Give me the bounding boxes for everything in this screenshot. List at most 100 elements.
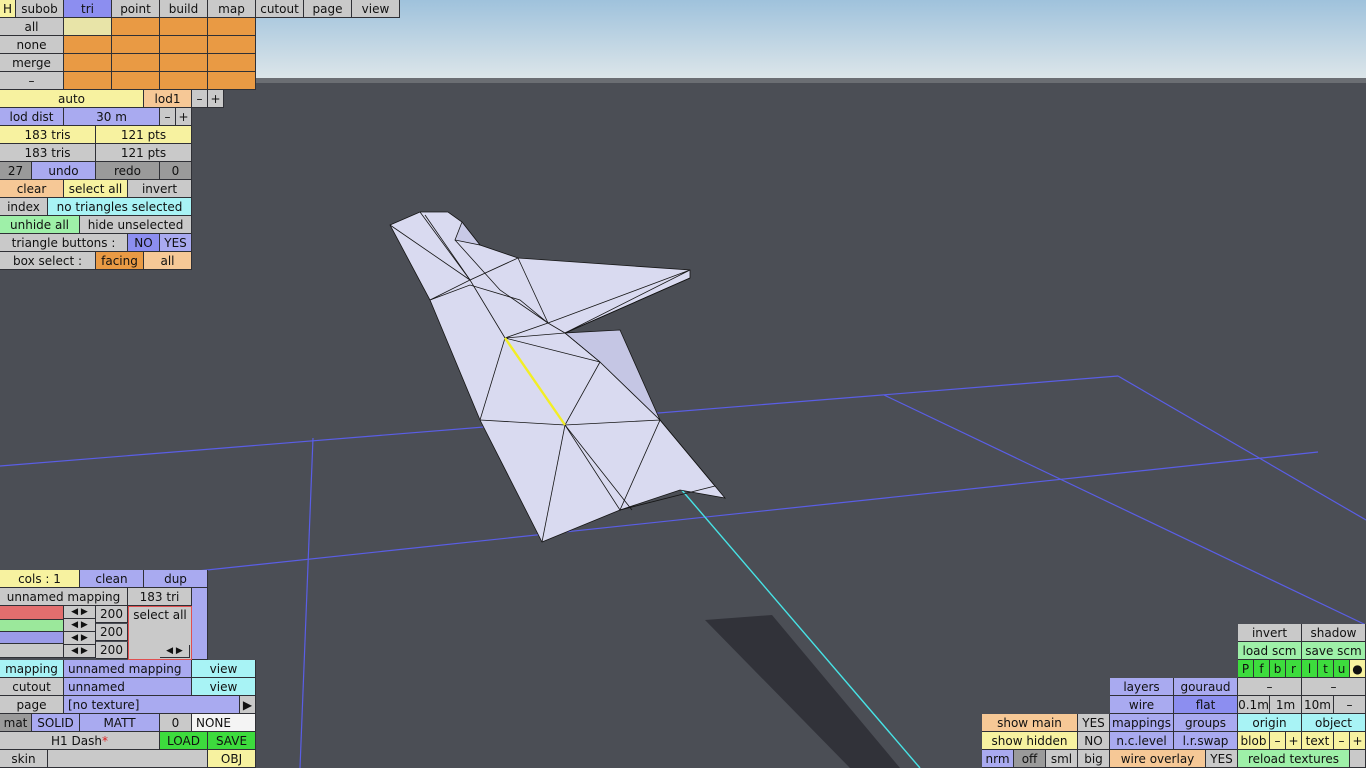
unhide-all-button[interactable]: unhide all — [0, 216, 80, 234]
save-scm-button[interactable]: save scm — [1302, 642, 1366, 660]
tab-point[interactable]: point — [112, 0, 160, 18]
blob-plus-button[interactable]: + — [1286, 732, 1302, 750]
tab-map[interactable]: map — [208, 0, 256, 18]
mapping-selector[interactable]: unnamed mapping — [64, 660, 192, 678]
swatch-arrows[interactable]: ◀ ▶ — [160, 645, 190, 658]
group-slot[interactable] — [208, 36, 256, 54]
select-all-button[interactable]: select all — [64, 180, 128, 198]
cutout-view-button[interactable]: view — [192, 678, 256, 696]
merge-button[interactable]: merge — [0, 54, 64, 72]
view-dot-icon[interactable]: ● — [1350, 660, 1366, 678]
box-select-facing[interactable]: facing — [96, 252, 144, 270]
group-slot[interactable] — [112, 54, 160, 72]
group-slot[interactable] — [208, 18, 256, 36]
sml-button[interactable]: sml — [1046, 750, 1078, 768]
save-button[interactable]: SAVE — [208, 732, 256, 750]
view-back-button[interactable]: b — [1270, 660, 1286, 678]
mat-none-field[interactable]: NONE — [192, 714, 256, 732]
show-hidden-label[interactable]: show hidden — [982, 732, 1078, 750]
tab-subob[interactable]: subob — [16, 0, 64, 18]
wire-overlay-toggle[interactable]: YES — [1206, 750, 1238, 768]
view-front-button[interactable]: f — [1254, 660, 1270, 678]
lod-auto-button[interactable]: auto — [0, 90, 144, 108]
group-slot[interactable] — [160, 36, 208, 54]
grid-1m-button[interactable]: 1m — [1270, 696, 1302, 714]
matt-button[interactable]: MATT — [80, 714, 160, 732]
object-button[interactable]: object — [1302, 714, 1366, 732]
gouraud-button[interactable]: gouraud — [1174, 678, 1238, 696]
group-slot[interactable] — [112, 72, 160, 90]
skin-field[interactable] — [48, 750, 208, 768]
lr-swap-button[interactable]: l.r.swap — [1174, 732, 1238, 750]
grid-0-1m-button[interactable]: 0.1m — [1238, 696, 1270, 714]
group-slot[interactable] — [160, 72, 208, 90]
flat-button[interactable]: flat — [1174, 696, 1238, 714]
index-button[interactable]: index — [0, 198, 48, 216]
alpha-arrows[interactable]: ◀ ▶ — [64, 645, 96, 658]
mappings-button[interactable]: mappings — [1110, 714, 1174, 732]
tab-view[interactable]: view — [352, 0, 400, 18]
mapping-scrollbar[interactable] — [192, 588, 208, 660]
show-main-toggle[interactable]: YES — [1078, 714, 1110, 732]
triangle-buttons-no[interactable]: NO — [128, 234, 160, 252]
lod-plus-button[interactable]: + — [208, 90, 224, 108]
off-button[interactable]: off — [1014, 750, 1046, 768]
mapping-view-button[interactable]: view — [192, 660, 256, 678]
show-hidden-toggle[interactable]: NO — [1078, 732, 1110, 750]
cols-button[interactable]: cols : 1 — [0, 570, 80, 588]
red-slider[interactable] — [0, 606, 64, 620]
undo-button[interactable]: undo — [32, 162, 96, 180]
minus-button[interactable]: – — [0, 72, 64, 90]
red-arrows[interactable]: ◀ ▶ — [64, 606, 96, 619]
nrm-button[interactable]: nrm — [982, 750, 1014, 768]
box-select-all[interactable]: all — [144, 252, 192, 270]
h-toggle-button[interactable]: H — [0, 0, 16, 18]
group-slot[interactable] — [64, 18, 112, 36]
group-slot[interactable] — [208, 72, 256, 90]
view-under-button[interactable]: u — [1334, 660, 1350, 678]
lod-dist-value[interactable]: 30 m — [64, 108, 160, 126]
origin-button[interactable]: origin — [1238, 714, 1302, 732]
layers-button[interactable]: layers — [1110, 678, 1174, 696]
solid-button[interactable]: SOLID — [32, 714, 80, 732]
tab-tri[interactable]: tri — [64, 0, 112, 18]
show-main-label[interactable]: show main — [982, 714, 1078, 732]
obj-button[interactable]: OBJ — [208, 750, 256, 768]
green-slider[interactable] — [0, 620, 64, 632]
group-slot[interactable] — [160, 54, 208, 72]
tab-build[interactable]: build — [160, 0, 208, 18]
view-perspective-button[interactable]: P — [1238, 660, 1254, 678]
tab-page[interactable]: page — [304, 0, 352, 18]
lod-dist-plus-button[interactable]: + — [176, 108, 192, 126]
lod-dist-minus-button[interactable]: – — [160, 108, 176, 126]
skin-button[interactable]: skin — [0, 750, 48, 768]
shadow-button[interactable]: shadow — [1302, 624, 1366, 642]
tab-cutout[interactable]: cutout — [256, 0, 304, 18]
dash-button[interactable]: – — [1238, 678, 1302, 696]
reload-extra[interactable] — [1350, 750, 1366, 768]
groups-button[interactable]: groups — [1174, 714, 1238, 732]
page-selector[interactable]: [no texture] — [64, 696, 240, 714]
invert-selection-button[interactable]: invert — [128, 180, 192, 198]
lod-level-button[interactable]: lod1 — [144, 90, 192, 108]
group-slot[interactable] — [160, 18, 208, 36]
hide-unselected-button[interactable]: hide unselected — [80, 216, 192, 234]
redo-button[interactable]: redo — [96, 162, 160, 180]
cutout-selector[interactable]: unnamed — [64, 678, 192, 696]
load-scm-button[interactable]: load scm — [1238, 642, 1302, 660]
view-top-button[interactable]: t — [1318, 660, 1334, 678]
reload-textures-button[interactable]: reload textures — [1238, 750, 1350, 768]
grid-10m-button[interactable]: 10m — [1302, 696, 1334, 714]
nc-level-button[interactable]: n.c.level — [1110, 732, 1174, 750]
group-slot[interactable] — [64, 72, 112, 90]
blob-minus-button[interactable]: – — [1270, 732, 1286, 750]
select-all-tris-button[interactable]: all — [0, 18, 64, 36]
group-slot[interactable] — [64, 54, 112, 72]
view-right-button[interactable]: r — [1286, 660, 1302, 678]
grid-off-button[interactable]: – — [1334, 696, 1366, 714]
clean-button[interactable]: clean — [80, 570, 144, 588]
lod-minus-button[interactable]: – — [192, 90, 208, 108]
view-left-button[interactable]: l — [1302, 660, 1318, 678]
wire-button[interactable]: wire — [1110, 696, 1174, 714]
clear-button[interactable]: clear — [0, 180, 64, 198]
